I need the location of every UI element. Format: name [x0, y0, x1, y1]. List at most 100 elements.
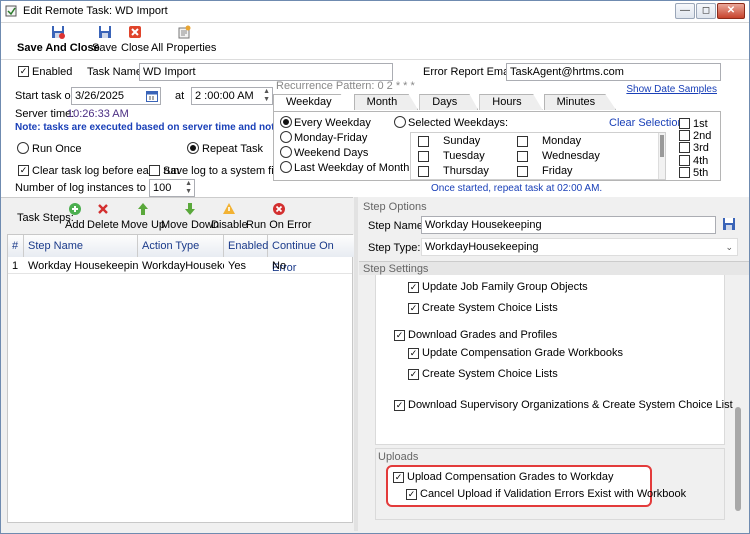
repeat-task-radio[interactable] [187, 142, 199, 154]
tab-hours[interactable]: Hours [479, 94, 543, 110]
tab-days[interactable]: Days [419, 94, 479, 110]
panel-splitter[interactable] [354, 197, 358, 531]
every-weekday-radio[interactable] [280, 116, 292, 128]
ordinal-4th-label: 4th [693, 155, 709, 167]
grid-header-continue[interactable]: Continue On Error [268, 235, 354, 274]
start-date-input[interactable]: 3/26/2025 [71, 87, 161, 105]
error-icon [272, 203, 285, 215]
steps-grid: # Step Name Action Type Enabled Continue… [7, 234, 354, 523]
uploads-title: Uploads [378, 451, 419, 463]
row-continue: No [272, 260, 287, 272]
run-once-radio[interactable] [17, 142, 29, 154]
row-action-type: WorkdayHousekeeping [142, 260, 224, 272]
enabled-checkbox[interactable]: ✓ [18, 66, 29, 77]
friday-checkbox[interactable] [517, 166, 528, 177]
monday-label: Monday [542, 135, 582, 147]
weekday-list-scrollbar[interactable] [658, 133, 665, 179]
create-choice-lists-1-checkbox[interactable]: ✓ [408, 303, 419, 314]
step-type-select[interactable]: WorkdayHousekeeping ⌄ [421, 238, 738, 256]
start-time-input[interactable]: 2 :00:00 AM ▲ ▼ [191, 87, 273, 105]
ordinal-1st-checkbox[interactable] [679, 118, 690, 129]
thursday-checkbox[interactable] [418, 166, 429, 177]
save-button[interactable]: Save [92, 25, 117, 54]
time-spinner-icon[interactable]: ▲ ▼ [263, 88, 270, 104]
tab-minutes[interactable]: Minutes [543, 94, 617, 110]
grid-header-action-type[interactable]: Action Type [138, 235, 224, 257]
log-spinner-icon[interactable]: ▲ ▼ [185, 180, 192, 196]
save-and-close-label: Save And Close [17, 42, 100, 54]
ordinal-5th-checkbox[interactable] [679, 167, 690, 178]
friday-label: Friday [542, 165, 573, 177]
weekend-days-radio[interactable] [280, 146, 292, 158]
close-button[interactable]: Close [121, 25, 149, 54]
task-name-label: Task Name: [87, 66, 146, 78]
tab-weekday[interactable]: Weekday [273, 94, 353, 112]
clear-log-checkbox[interactable]: ✓ [18, 165, 29, 176]
window-close-button[interactable]: ✕ [717, 3, 745, 19]
show-date-samples-link[interactable]: Show Date Samples [626, 84, 717, 95]
save-label: Save [92, 42, 118, 54]
wednesday-checkbox[interactable] [517, 151, 528, 162]
cancel-upload-label: Cancel Upload if Validation Errors Exist… [420, 488, 687, 500]
recurrence-tabs: Weekday Month Days Hours Minutes [273, 94, 617, 112]
grid-header-enabled[interactable]: Enabled [224, 235, 268, 257]
ordinal-2nd-checkbox[interactable] [679, 130, 690, 141]
minimize-button[interactable]: — [675, 3, 695, 19]
monday-checkbox[interactable] [517, 136, 528, 147]
selected-weekdays-label: Selected Weekdays: [408, 117, 509, 129]
error-email-input[interactable]: TaskAgent@hrtms.com [506, 63, 721, 81]
settings-scrollbar[interactable] [733, 277, 743, 521]
run-once-label: Run Once [32, 143, 82, 155]
save-and-close-button[interactable]: Save And Close [17, 25, 100, 54]
cancel-upload-checkbox[interactable]: ✓ [406, 489, 417, 500]
tab-month[interactable]: Month [353, 94, 419, 110]
ordinal-1st-label: 1st [693, 118, 708, 130]
weekday-tab-panel: Every Weekday Monday-Friday Weekend Days… [273, 111, 721, 181]
download-supervisory-checkbox[interactable]: ✓ [394, 400, 405, 411]
start-time-value: 2 :00:00 AM [195, 90, 254, 102]
upload-comp-grades-checkbox[interactable]: ✓ [393, 472, 404, 483]
close-icon [129, 26, 142, 38]
table-row[interactable]: 1 Workday Housekeeping WorkdayHousekeepi… [8, 258, 352, 274]
save-log-checkbox[interactable] [149, 165, 160, 176]
clear-selection-link[interactable]: Clear Selection [609, 117, 684, 129]
ordinal-4th-checkbox[interactable] [679, 155, 690, 166]
run-on-error-button[interactable]: Run On Error [246, 202, 311, 231]
monday-friday-label: Monday-Friday [294, 132, 368, 144]
update-job-family-checkbox[interactable]: ✓ [408, 282, 419, 293]
save-step-name-icon[interactable] [722, 217, 736, 231]
last-weekday-radio[interactable] [280, 161, 292, 173]
update-comp-workbooks-checkbox[interactable]: ✓ [408, 348, 419, 359]
tuesday-checkbox[interactable] [418, 151, 429, 162]
last-weekday-label: Last Weekday of Month [294, 162, 410, 174]
sunday-checkbox[interactable] [418, 136, 429, 147]
steps-toolbar: Task Steps: Add Delete Move Up Move Down… [1, 197, 353, 233]
recurrence-pattern-label: Recurrence Pattern: 0 2 * * * [276, 80, 415, 92]
error-email-label: Error Report Email: [423, 66, 518, 78]
calendar-icon[interactable] [146, 90, 158, 102]
thursday-label: Thursday [443, 165, 489, 177]
maximize-button[interactable]: ◻ [696, 3, 716, 19]
add-step-button[interactable]: Add [65, 202, 85, 231]
settings-scrollbar-thumb[interactable] [735, 407, 741, 511]
step-name-input[interactable]: Workday Housekeeping [421, 216, 716, 234]
download-grades-checkbox[interactable]: ✓ [394, 330, 405, 341]
weekend-days-label: Weekend Days [294, 147, 369, 159]
delete-step-button[interactable]: Delete [87, 202, 119, 231]
all-properties-button[interactable]: All Properties [151, 25, 216, 54]
sunday-label: Sunday [443, 135, 481, 147]
grid-header-step-name[interactable]: Step Name [24, 235, 138, 257]
ordinal-3rd-checkbox[interactable] [679, 142, 690, 153]
save-log-label: Save log to a system file [163, 165, 283, 177]
start-task-label: Start task on [15, 90, 77, 102]
selected-weekdays-radio[interactable] [394, 116, 406, 128]
move-up-button[interactable]: Move Up [121, 202, 165, 231]
task-name-input[interactable]: WD Import [139, 63, 393, 81]
close-label: Close [121, 42, 150, 54]
disable-step-button[interactable]: Disable [211, 202, 248, 231]
step-type-label: Step Type: [368, 242, 421, 254]
create-choice-lists-2-checkbox[interactable]: ✓ [408, 369, 419, 380]
log-instances-input[interactable]: 100 ▲ ▼ [149, 179, 195, 197]
monday-friday-radio[interactable] [280, 131, 292, 143]
delete-icon [98, 204, 108, 214]
